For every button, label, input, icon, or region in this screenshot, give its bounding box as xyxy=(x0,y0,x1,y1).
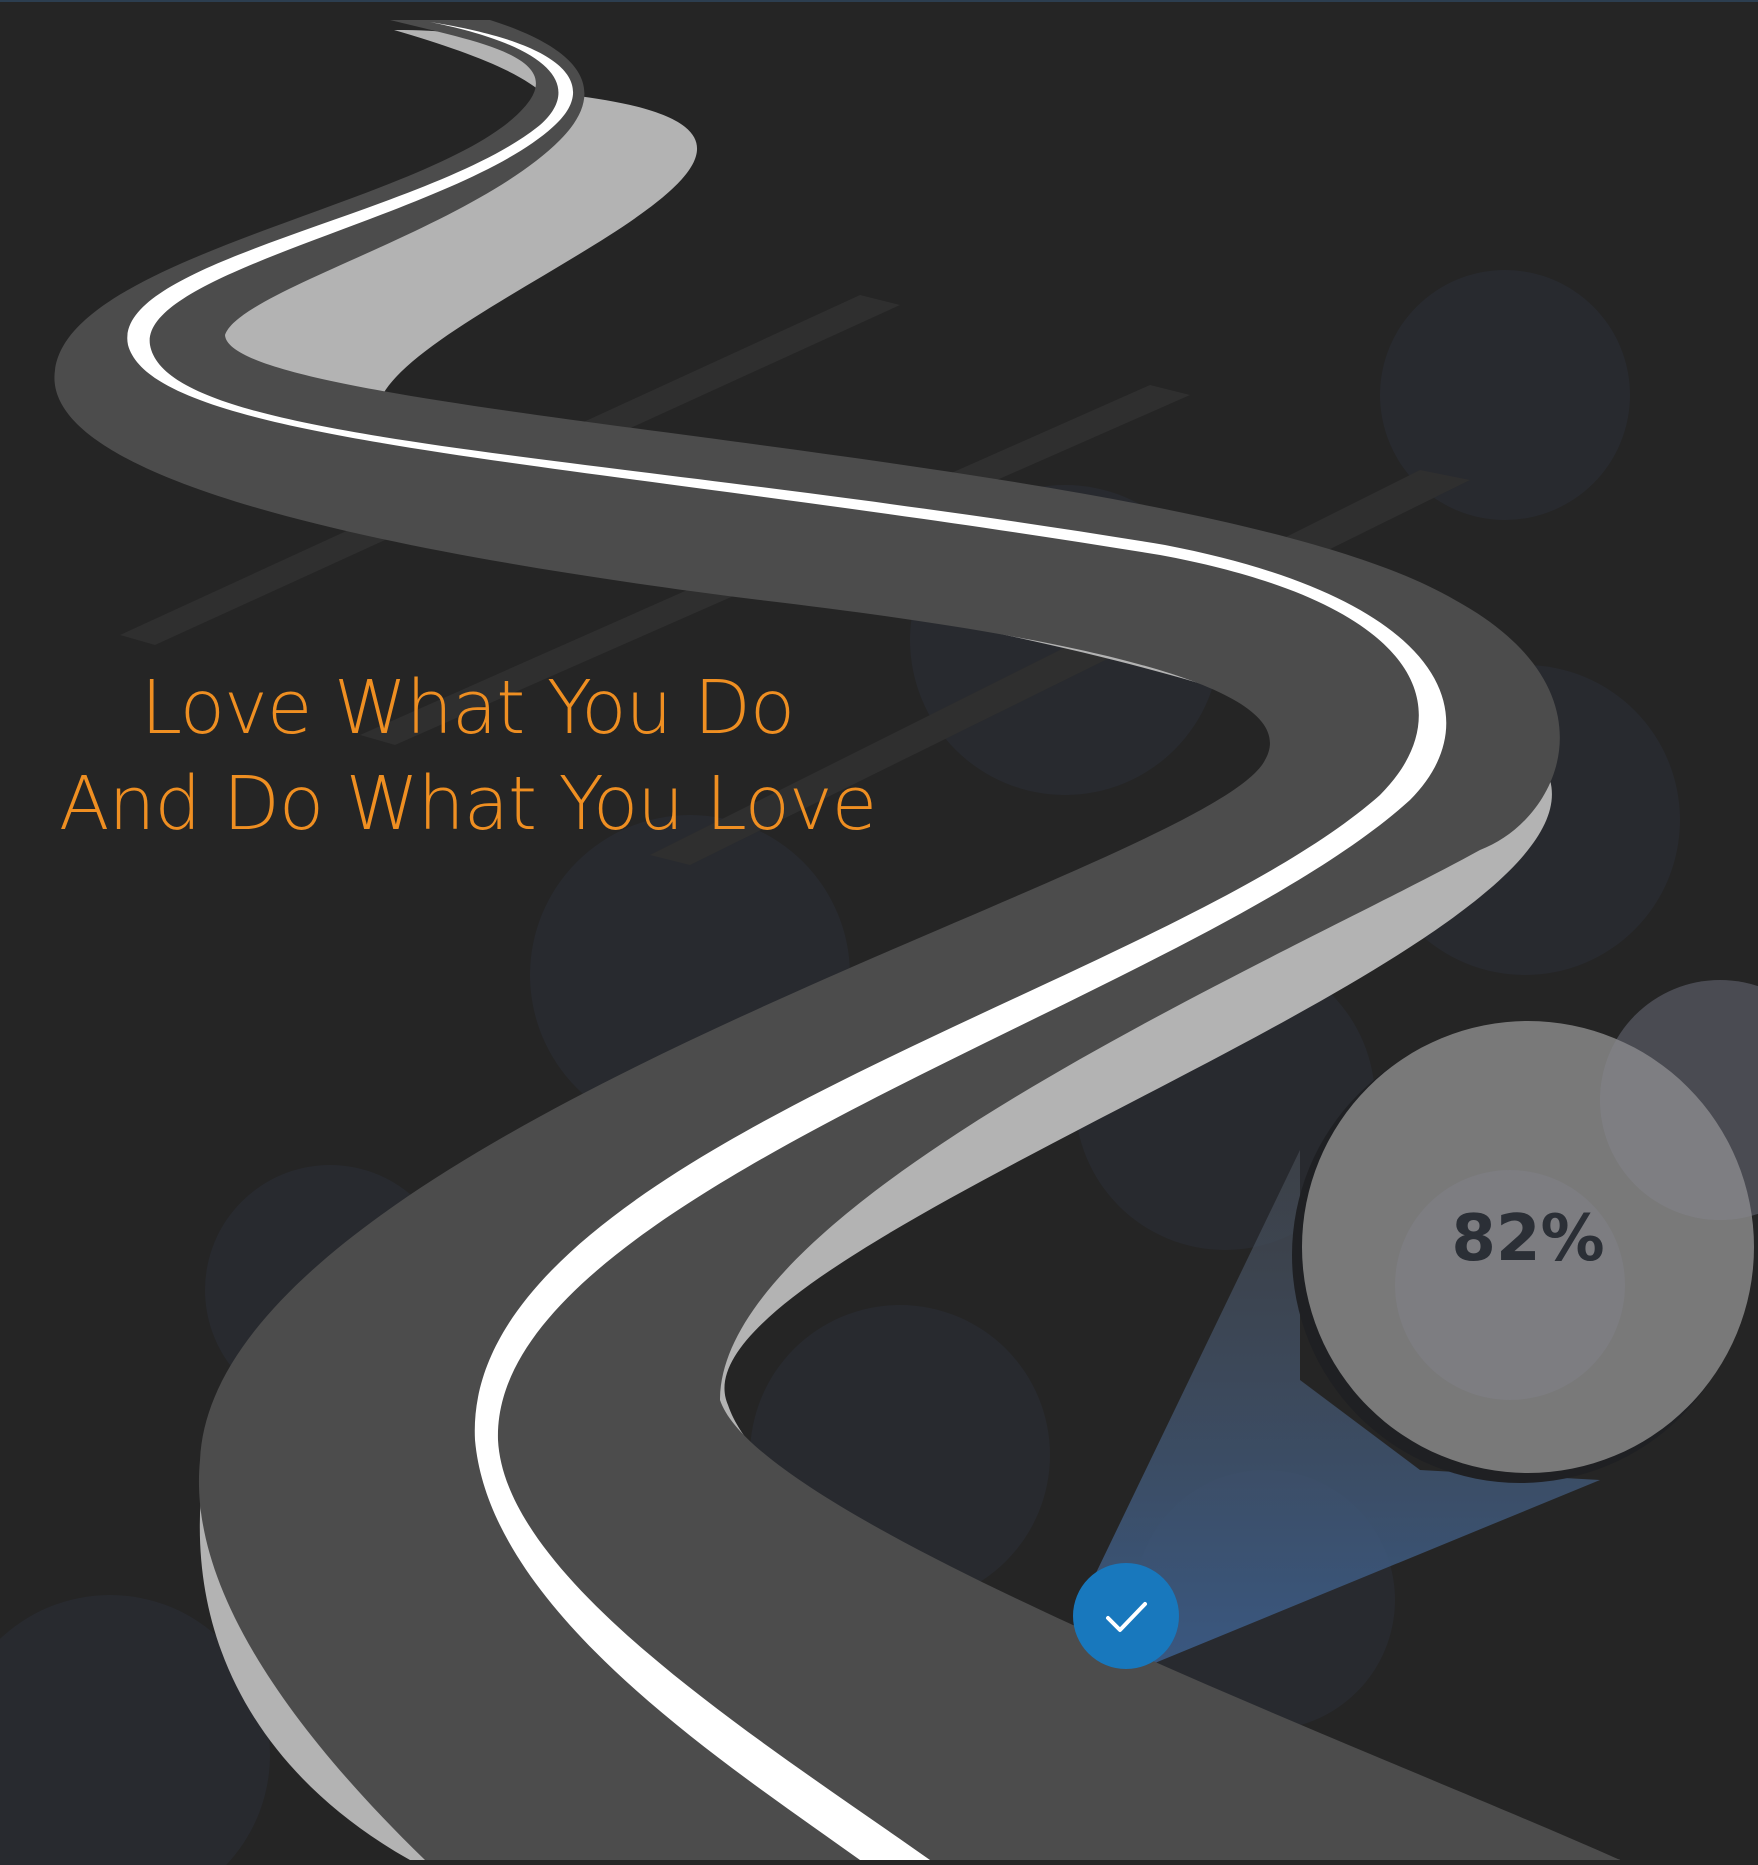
poster-canvas: Love What You Do And Do What You Love 82… xyxy=(0,0,1758,1865)
top-rule xyxy=(0,0,1758,2)
headline: Love What You Do And Do What You Love xyxy=(0,660,935,852)
check-badge xyxy=(1073,1563,1179,1669)
headline-line-2: And Do What You Love xyxy=(58,761,877,847)
progress-percent: 82% xyxy=(1451,1202,1605,1276)
headline-line-1: Love What You Do xyxy=(140,665,795,751)
road-illustration xyxy=(0,20,1758,1865)
check-icon xyxy=(1106,1602,1147,1632)
